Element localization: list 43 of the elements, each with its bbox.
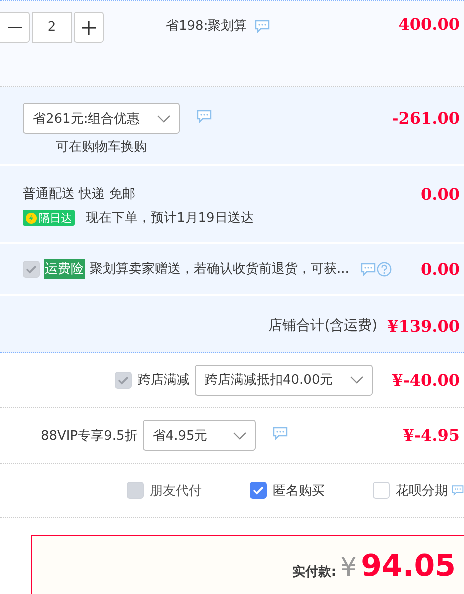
combo-amount: -261.00 <box>392 109 461 128</box>
vip-select[interactable]: 省4.95元 <box>142 420 256 451</box>
store-total-amount: ¥139.00 <box>388 316 461 336</box>
combo-select[interactable]: 省261元:组合优惠 <box>23 103 180 134</box>
vip-amount: ¥-4.95 <box>403 426 461 445</box>
chat-icon[interactable] <box>452 484 464 497</box>
currency-symbol: ¥ <box>340 555 358 581</box>
item-price: 400.00 <box>398 15 461 34</box>
option-label: 朋友代付 <box>150 482 202 500</box>
check-icon <box>26 264 37 274</box>
help-icon[interactable] <box>377 262 392 276</box>
plus-icon <box>82 20 96 34</box>
insurance-amount: 0.00 <box>421 260 461 278</box>
insurance-tag: 运费险 <box>44 259 85 279</box>
chat-icon[interactable] <box>272 427 288 440</box>
chat-icon[interactable] <box>361 262 376 276</box>
checkbox[interactable] <box>250 482 267 499</box>
delivery-estimate: 现在下单，预计1月19日送达 <box>86 210 254 227</box>
decrement-button[interactable] <box>0 12 30 43</box>
shipping-method: 普通配送 快递 免邮 <box>23 186 136 203</box>
chat-icon[interactable] <box>255 20 270 33</box>
caret-icon <box>157 114 171 122</box>
cross-store-label: 跨店满减 <box>138 372 190 389</box>
promo-label: 省198:聚划算 <box>166 18 248 34</box>
check-icon <box>118 376 129 384</box>
next-day-badge: 隔日达 <box>23 210 75 226</box>
insurance-description: 聚划算卖家赠送，若确认收货前退货，可获... <box>90 261 350 278</box>
payment-label: 实付款: <box>292 566 337 579</box>
chat-icon[interactable] <box>197 110 212 123</box>
option-label: 花呗分期 <box>396 482 448 500</box>
option-label: 匿名购买 <box>273 482 325 500</box>
increment-button[interactable] <box>74 12 104 43</box>
store-total-label: 店铺合计(含运费) <box>268 317 378 335</box>
shipping-amount: 0.00 <box>421 185 461 204</box>
check-icon <box>253 486 264 495</box>
quantity-field[interactable]: 2 <box>32 12 72 43</box>
vip-label: 88VIP专享9.5折 <box>41 428 138 444</box>
payment-amount: 94.05 <box>361 552 456 582</box>
combo-note: 可在购物车换购 <box>56 139 147 156</box>
minus-icon <box>8 26 22 28</box>
caret-icon <box>232 432 247 440</box>
caret-icon <box>350 376 364 384</box>
cross-store-amount: ¥-40.00 <box>392 370 461 390</box>
